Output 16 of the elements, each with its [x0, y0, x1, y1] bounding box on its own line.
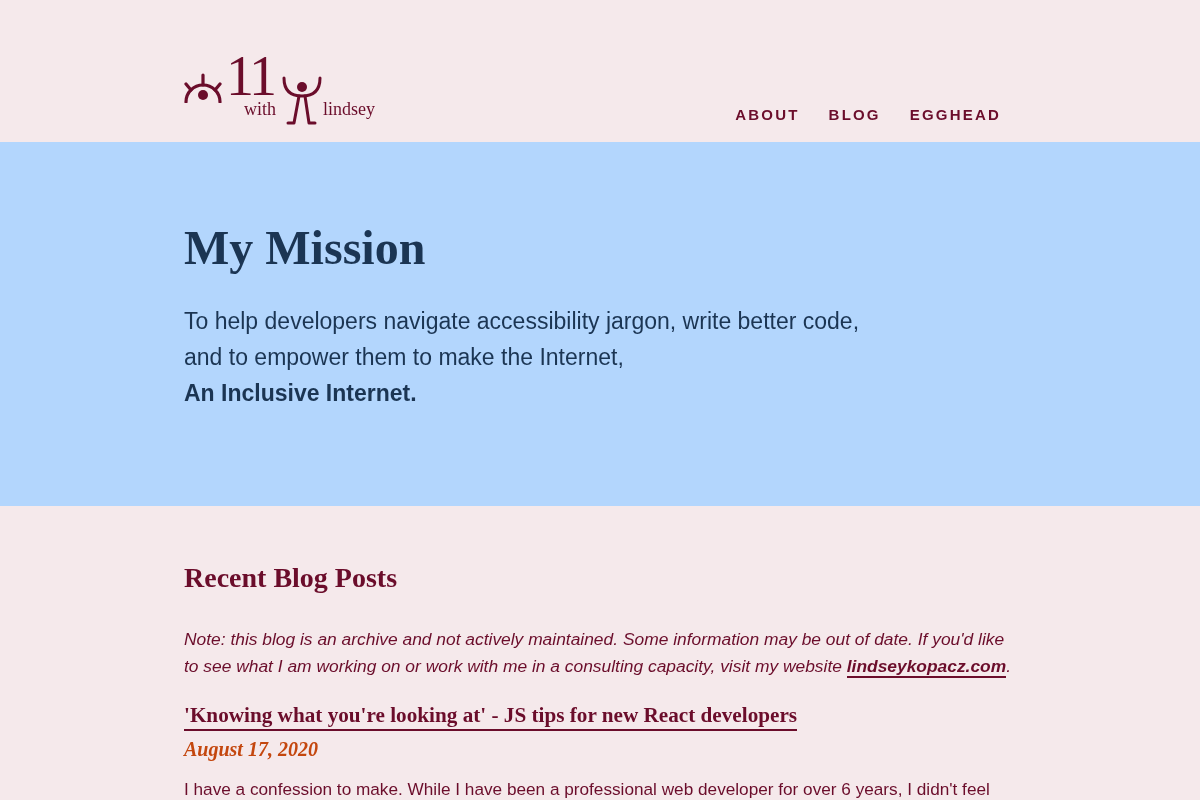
person-icon [281, 76, 322, 126]
archive-note: Note: this blog is an archive and not actively maintained. Some information may be out of date. If you'd like to see what I am working on or work with me in a consulting capacity, visit my website lindseykopacz.com. [184, 628, 1013, 680]
nav-link[interactable]: EGGHEAD [909, 104, 1001, 126]
section-heading: Recent Blog Posts [184, 561, 399, 595]
logo-numerals: 11 [226, 54, 274, 98]
website-link[interactable]: lindseykopacz.com [846, 656, 1007, 678]
mission-title: My Mission [184, 220, 427, 276]
logo-text: lindsey [322, 98, 375, 120]
post-excerpt: I have a confession to make. While I have been a professional web developer for over 6 years, I didn't feel [184, 779, 991, 799]
nav-link[interactable]: BLOG [828, 104, 881, 126]
post-date: August 17, 2020 [184, 737, 319, 763]
logo-text: with [243, 98, 276, 120]
mission-statement: To help developers navigate accessibility jargon, write better code, and to empower them to make the Internet, An Inclusive Internet. [184, 307, 861, 408]
post-title-link[interactable]: 'Knowing what you're looking at' - JS tips for new React developers [184, 701, 798, 731]
nav-link[interactable]: ABOUT [735, 104, 800, 126]
eye-icon [184, 72, 222, 103]
